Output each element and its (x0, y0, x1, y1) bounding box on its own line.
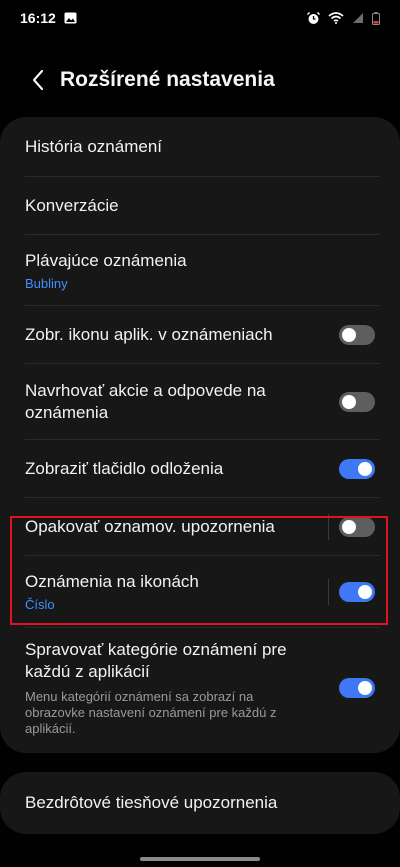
page-title: Rozšírené nastavenia (60, 68, 275, 91)
divider (25, 627, 380, 628)
status-right (307, 11, 380, 25)
setting-label: Konverzácie (25, 195, 119, 215)
setting-text: Bezdrôtové tiesňové upozornenia (25, 792, 375, 814)
back-button[interactable] (18, 60, 58, 100)
emergency-alerts-card: Bezdrôtové tiesňové upozornenia (0, 772, 400, 834)
setting-description: Menu kategórií oznámení sa zobrazí na ob… (25, 688, 277, 736)
toggle-switch[interactable] (339, 516, 375, 537)
setting-notification-history[interactable]: História oznámení (0, 117, 400, 176)
toggle-knob (342, 394, 356, 409)
setting-label: Zobraziť tlačidlo odloženia (25, 458, 224, 478)
toggle-knob (358, 584, 372, 599)
setting-label: Navrhovať akcie a odpovede na oznámenia (25, 380, 266, 422)
toggle-knob (342, 327, 356, 342)
toggle-switch[interactable] (339, 391, 375, 412)
setting-conversations[interactable]: Konverzácie (0, 177, 400, 234)
setting-text: Navrhovať akcie a odpovede na oznámenia (25, 380, 339, 424)
setting-label: Spravovať kategórie oznámení pre každú z… (25, 639, 287, 681)
screen: 16:12 Rozšírené nastavenia História ozná… (0, 0, 400, 867)
setting-sub: Bubliny (25, 275, 68, 291)
setting-label: Opakovať oznamov. upozornenia (25, 516, 275, 536)
status-bar: 16:12 (0, 0, 400, 36)
setting-text: Zobraziť tlačidlo odloženia (25, 458, 339, 480)
chevron-left-icon (32, 69, 44, 91)
setting-label: Oznámenia na ikonách (25, 572, 199, 591)
toggle-switch[interactable] (339, 677, 375, 698)
setting-icon-badges[interactable]: Oznámenia na ikonách Číslo (0, 556, 400, 627)
toggle-knob (358, 461, 372, 476)
setting-snooze-button[interactable]: Zobraziť tlačidlo odloženia (0, 440, 400, 497)
status-left: 16:12 (20, 10, 77, 26)
home-indicator[interactable] (140, 857, 260, 861)
setting-floating-notifications[interactable]: Plávajúce oznámenia Bubliny (0, 235, 400, 305)
setting-text: Spravovať kategórie oznámení pre každú z… (25, 639, 339, 737)
setting-text: História oznámení (25, 136, 375, 158)
setting-label: Bezdrôtové tiesňové upozornenia (25, 793, 278, 812)
setting-sub: Číslo (25, 597, 55, 612)
setting-label: Zobr. ikonu aplik. v oznámeniach (25, 324, 273, 344)
status-time: 16:12 (20, 10, 56, 26)
setting-wireless-emergency-alerts[interactable]: Bezdrôtové tiesňové upozornenia (0, 772, 400, 834)
setting-show-app-icon[interactable]: Zobr. ikonu aplik. v oznámeniach (0, 306, 400, 363)
wifi-icon (328, 12, 344, 24)
setting-label: História oznámení (25, 136, 163, 156)
toggle-knob (342, 519, 356, 534)
setting-label: Plávajúce oznámenia (25, 250, 187, 270)
setting-text: Oznámenia na ikonách Číslo (25, 571, 328, 612)
signal-icon (352, 12, 364, 24)
toggle-switch[interactable] (339, 581, 375, 602)
setting-text: Plávajúce oznámenia Bubliny (25, 250, 375, 291)
setting-manage-categories[interactable]: Spravovať kategórie oznámení pre každú z… (0, 634, 400, 741)
alarm-icon (307, 11, 320, 25)
settings-card: História oznámení Konverzácie Plávajúce … (0, 117, 400, 753)
setting-text: Opakovať oznamov. upozornenia (25, 516, 328, 538)
toggle-switch[interactable] (339, 458, 375, 479)
setting-repeat-alerts[interactable]: Opakovať oznamov. upozornenia (0, 498, 400, 555)
setting-suggest-actions[interactable]: Navrhovať akcie a odpovede na oznámenia (0, 364, 400, 439)
setting-text: Zobr. ikonu aplik. v oznámeniach (25, 324, 339, 346)
vertical-separator (328, 513, 329, 540)
toggle-knob (358, 680, 372, 695)
toggle-switch[interactable] (339, 324, 375, 345)
vertical-separator (328, 578, 329, 605)
image-icon (64, 12, 77, 24)
header: Rozšírené nastavenia (0, 56, 400, 104)
battery-icon (372, 11, 380, 25)
setting-text: Konverzácie (25, 195, 375, 217)
